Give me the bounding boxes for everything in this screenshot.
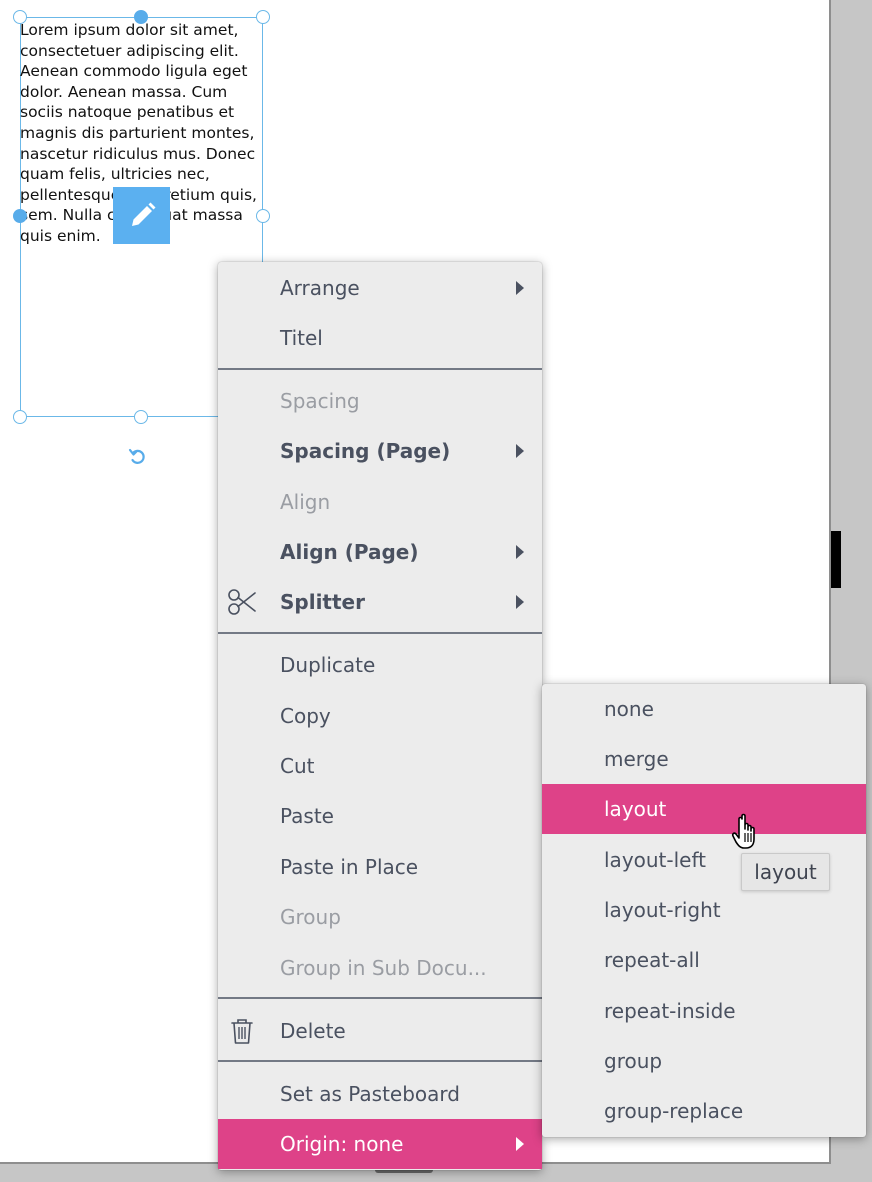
menu-item-align-page[interactable]: Align (Page) bbox=[218, 527, 542, 577]
menu-item-label: layout-right bbox=[604, 898, 721, 922]
menu-item-origin[interactable]: Origin: none bbox=[218, 1119, 542, 1169]
menu-item-label: layout bbox=[604, 797, 667, 821]
origin-submenu: none merge layout layout-left layout-rig… bbox=[542, 684, 866, 1137]
menu-item-align: Align bbox=[218, 477, 542, 527]
chevron-right-icon bbox=[516, 545, 524, 559]
menu-item-label: Set as Pasteboard bbox=[280, 1082, 460, 1106]
menu-item-label: none bbox=[604, 697, 654, 721]
menu-item-label: layout-left bbox=[604, 848, 707, 872]
resize-handle-top-left[interactable] bbox=[13, 10, 27, 24]
resize-handle-top-right[interactable] bbox=[256, 10, 270, 24]
context-menu: Arrange Titel Spacing Spacing (Page) Ali… bbox=[218, 262, 542, 1170]
menu-item-label: Splitter bbox=[280, 590, 365, 614]
resize-handle-left[interactable] bbox=[13, 209, 27, 223]
menu-item-label: Group bbox=[280, 905, 341, 929]
chevron-right-icon bbox=[516, 444, 524, 458]
menu-item-group: Group bbox=[218, 892, 542, 942]
menu-item-label: Spacing (Page) bbox=[280, 439, 451, 463]
submenu-item-group-replace[interactable]: group-replace bbox=[542, 1086, 866, 1136]
menu-item-arrange[interactable]: Arrange bbox=[218, 263, 542, 313]
trash-icon bbox=[231, 1019, 253, 1044]
menu-item-label: Align bbox=[280, 490, 331, 514]
tooltip: layout bbox=[741, 853, 830, 891]
menu-item-duplicate[interactable]: Duplicate bbox=[218, 640, 542, 690]
menu-separator bbox=[218, 368, 542, 370]
submenu-item-repeat-inside[interactable]: repeat-inside bbox=[542, 986, 866, 1036]
chevron-right-icon bbox=[516, 281, 524, 295]
menu-item-label: Align (Page) bbox=[280, 540, 419, 564]
menu-item-set-as-pasteboard[interactable]: Set as Pasteboard bbox=[218, 1069, 542, 1119]
menu-item-label: Cut bbox=[280, 754, 315, 778]
resize-handle-right[interactable] bbox=[256, 209, 270, 223]
menu-item-spacing: Spacing bbox=[218, 376, 542, 426]
edit-text-button[interactable] bbox=[113, 187, 170, 244]
scissors-icon bbox=[228, 589, 256, 615]
menu-item-label: repeat-inside bbox=[604, 999, 736, 1023]
submenu-item-layout[interactable]: layout bbox=[542, 784, 866, 834]
menu-item-label: group bbox=[604, 1049, 663, 1073]
menu-separator bbox=[218, 997, 542, 999]
menu-item-label: Delete bbox=[280, 1019, 346, 1043]
menu-separator bbox=[218, 1060, 542, 1062]
menu-item-label: group-replace bbox=[604, 1099, 744, 1123]
menu-item-cut[interactable]: Cut bbox=[218, 741, 542, 791]
menu-item-paste[interactable]: Paste bbox=[218, 791, 542, 841]
menu-item-copy[interactable]: Copy bbox=[218, 691, 542, 741]
hand-pointer-icon bbox=[731, 813, 755, 849]
menu-item-label: Duplicate bbox=[280, 653, 376, 677]
menu-item-splitter[interactable]: Splitter bbox=[218, 577, 542, 627]
page-marker bbox=[831, 531, 841, 588]
menu-item-label: Arrange bbox=[280, 276, 360, 300]
chevron-right-icon bbox=[516, 595, 524, 609]
menu-item-delete[interactable]: Delete bbox=[218, 1006, 542, 1056]
menu-item-label: Spacing bbox=[280, 389, 360, 413]
menu-item-label: Origin: none bbox=[280, 1132, 404, 1156]
menu-item-paste-in-place[interactable]: Paste in Place bbox=[218, 842, 542, 892]
resize-handle-bottom-left[interactable] bbox=[13, 410, 27, 424]
submenu-item-none[interactable]: none bbox=[542, 684, 866, 734]
menu-item-label: repeat-all bbox=[604, 948, 700, 972]
submenu-item-group[interactable]: group bbox=[542, 1036, 866, 1086]
menu-item-label: Group in Sub Docu... bbox=[280, 956, 487, 980]
rotate-icon[interactable] bbox=[128, 447, 148, 467]
menu-item-spacing-page[interactable]: Spacing (Page) bbox=[218, 426, 542, 476]
menu-item-label: merge bbox=[604, 747, 669, 771]
submenu-item-merge[interactable]: merge bbox=[542, 734, 866, 784]
menu-item-titel[interactable]: Titel bbox=[218, 313, 542, 363]
menu-item-label: Paste in Place bbox=[280, 855, 419, 879]
menu-item-label: Paste bbox=[280, 804, 334, 828]
resize-handle-top[interactable] bbox=[134, 10, 148, 24]
menu-separator bbox=[218, 632, 542, 634]
chevron-right-icon bbox=[516, 1137, 524, 1151]
submenu-item-repeat-all[interactable]: repeat-all bbox=[542, 935, 866, 985]
pencil-icon bbox=[131, 202, 155, 226]
menu-item-label: Titel bbox=[280, 326, 323, 350]
menu-item-group-in-sub-document: Group in Sub Docu... bbox=[218, 943, 542, 993]
submenu-item-layout-right[interactable]: layout-right bbox=[542, 885, 866, 935]
menu-item-label: Copy bbox=[280, 704, 331, 728]
resize-handle-bottom[interactable] bbox=[134, 410, 148, 424]
